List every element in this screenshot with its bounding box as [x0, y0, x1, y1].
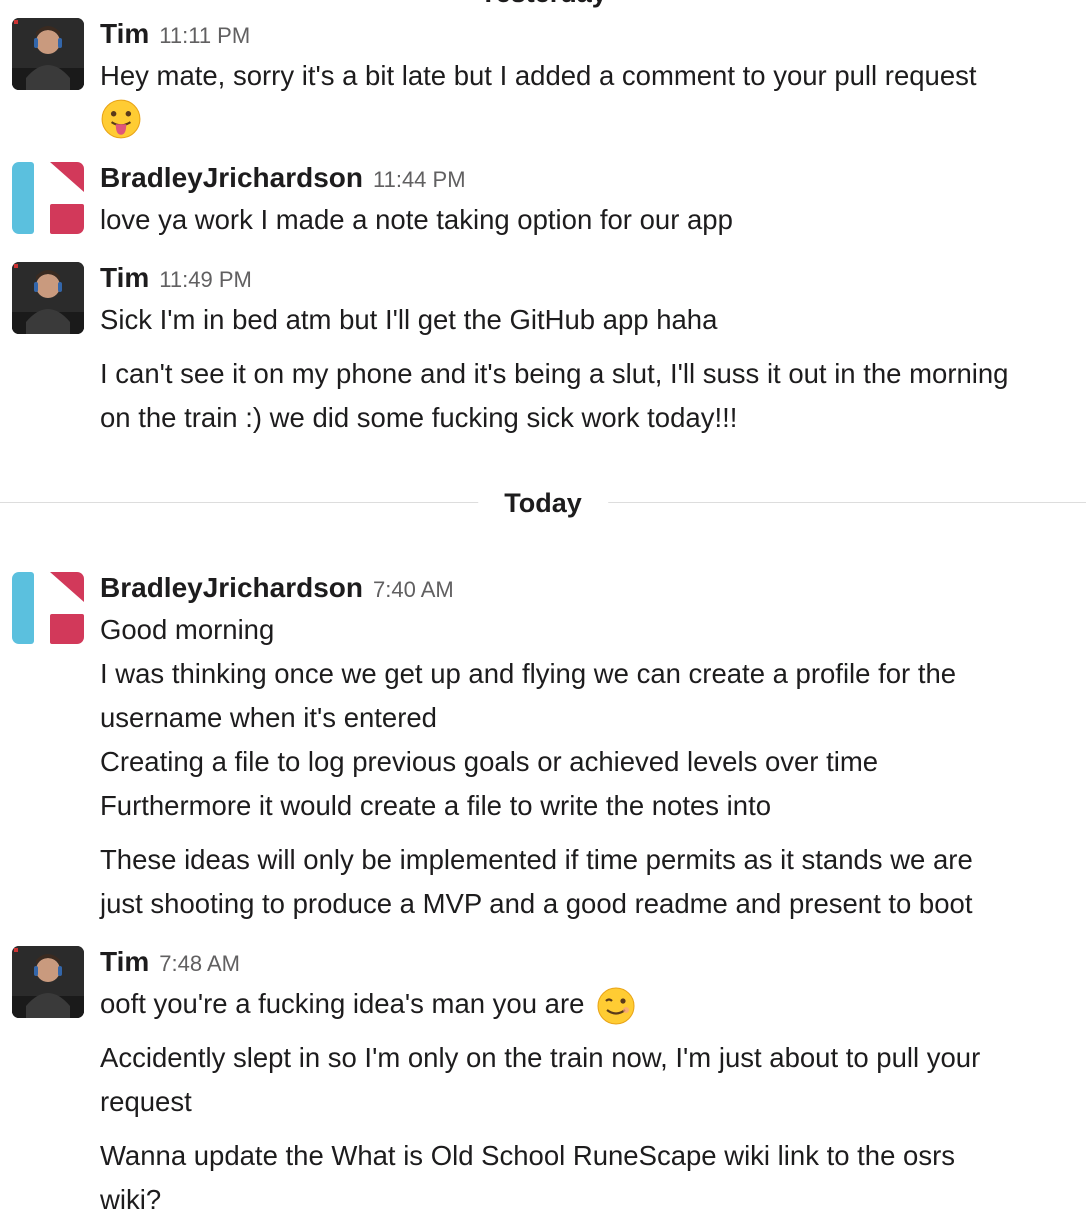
- message-text: Wanna update the What is Old School Rune…: [100, 1140, 955, 1171]
- message-text: I can't see it on my phone and it's bein…: [100, 358, 1009, 389]
- message-header: Tim 7:48 AM: [100, 946, 1086, 982]
- avatar[interactable]: [12, 18, 84, 90]
- sender-name[interactable]: Tim: [100, 946, 149, 978]
- wink-emoji-icon[interactable]: [596, 986, 636, 1026]
- message-text: love ya work I made a note taking option…: [100, 204, 733, 235]
- tongue-out-emoji-icon[interactable]: [100, 98, 142, 140]
- message-text: Hey mate, sorry it's a bit late but I ad…: [100, 60, 977, 91]
- today-label: Today: [478, 486, 608, 520]
- message-header: BradleyJrichardson 7:40 AM: [100, 572, 1086, 608]
- message-text: on the train :) we did some fucking sick…: [100, 402, 738, 433]
- message-content: Tim 7:48 AM ooft you're a fucking idea's…: [100, 946, 1086, 1222]
- message-header: BradleyJrichardson 11:44 PM: [100, 162, 1086, 198]
- timestamp[interactable]: 7:40 AM: [373, 577, 454, 603]
- avatar[interactable]: [12, 572, 84, 644]
- message-content: Tim 11:49 PM Sick I'm in bed atm but I'l…: [100, 262, 1086, 440]
- timestamp[interactable]: 7:48 AM: [159, 951, 240, 977]
- message-text: just shooting to produce a MVP and a goo…: [100, 888, 973, 919]
- message-text: Sick I'm in bed atm but I'll get the Git…: [100, 304, 718, 335]
- message-text-with-emoji: ooft you're a fucking idea's man you are: [100, 982, 1086, 1026]
- sender-name[interactable]: BradleyJrichardson: [100, 572, 363, 604]
- message-header: Tim 11:11 PM: [100, 18, 1086, 54]
- message-content: Tim 11:11 PM Hey mate, sorry it's a bit …: [100, 18, 1086, 140]
- avatar[interactable]: [12, 162, 84, 234]
- avatar[interactable]: [12, 946, 84, 1018]
- sender-name[interactable]: Tim: [100, 262, 149, 294]
- timestamp[interactable]: 11:49 PM: [159, 267, 252, 293]
- today-divider: Today: [0, 486, 1086, 520]
- message-text: request: [100, 1086, 192, 1117]
- message-text: Good morning: [100, 614, 275, 645]
- avatar[interactable]: [12, 262, 84, 334]
- message-text: username when it's entered: [100, 702, 437, 733]
- timestamp[interactable]: 11:44 PM: [373, 167, 466, 193]
- message-text: Furthermore it would create a file to wr…: [100, 790, 772, 821]
- yesterday-label: Yesterday: [479, 0, 607, 10]
- timestamp[interactable]: 11:11 PM: [159, 23, 250, 49]
- message-content: BradleyJrichardson 7:40 AM Good morning …: [100, 572, 1086, 926]
- message-text: Accidently slept in so I'm only on the t…: [100, 1042, 981, 1073]
- message-text: These ideas will only be implemented if …: [100, 844, 973, 875]
- message-content: BradleyJrichardson 11:44 PM love ya work…: [100, 162, 1086, 242]
- message-header: Tim 11:49 PM: [100, 262, 1086, 298]
- sender-name[interactable]: Tim: [100, 18, 149, 50]
- message-text: Creating a file to log previous goals or…: [100, 746, 879, 777]
- message-text: I was thinking once we get up and flying…: [100, 658, 957, 689]
- message-text: ooft you're a fucking idea's man you are: [100, 988, 585, 1019]
- sender-name[interactable]: BradleyJrichardson: [100, 162, 363, 194]
- message-text: wiki?: [100, 1184, 162, 1215]
